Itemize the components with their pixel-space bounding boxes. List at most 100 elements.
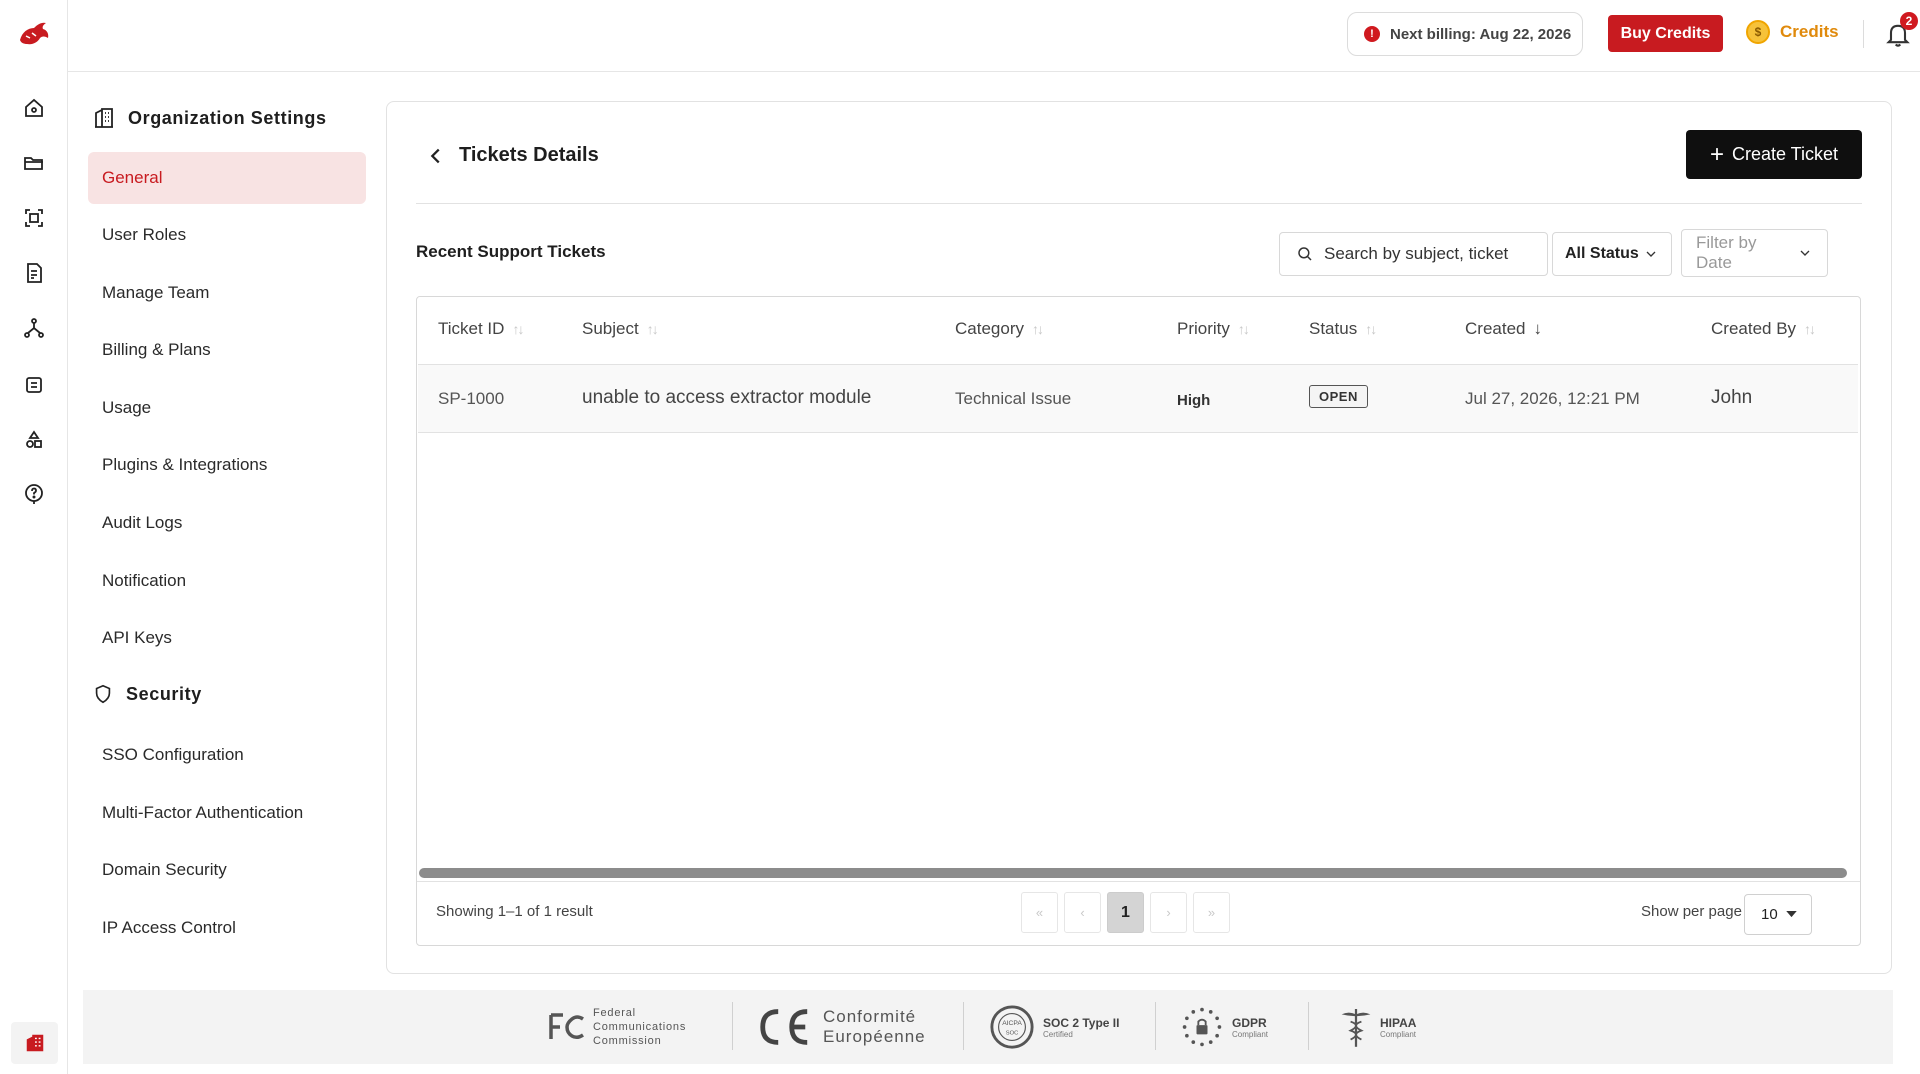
notification-bell-icon[interactable]: 2 [1884, 12, 1918, 48]
column-header-category[interactable]: Category ↑↓ [955, 319, 1044, 339]
hipaa-title: HIPAA [1380, 1015, 1417, 1030]
shield-icon [95, 684, 111, 704]
nav-item-plugins-integrations[interactable]: Plugins & Integrations [88, 439, 366, 491]
soc2-sub: Certified [1043, 1029, 1073, 1039]
table-footer-divider [417, 881, 1860, 882]
section-title: Recent Support Tickets [416, 242, 606, 261]
topbar-divider [1863, 20, 1864, 48]
page-title: Tickets Details [459, 144, 599, 166]
date-filter-value: Filter by Date [1696, 233, 1757, 272]
nav-item-sso-configuration[interactable]: SSO Configuration [88, 729, 366, 781]
cert-divider [1308, 1002, 1309, 1050]
ce-cert: Conformité Européenne [755, 990, 926, 1064]
search-icon [1298, 247, 1312, 261]
search-box[interactable] [1279, 232, 1548, 276]
svg-text:SOC: SOC [1006, 1031, 1018, 1037]
alert-icon: ! [1364, 26, 1380, 42]
status-badge: OPEN [1309, 385, 1368, 408]
sort-icon: ↑↓ [512, 321, 524, 337]
nav-item-domain-security[interactable]: Domain Security [88, 844, 366, 896]
pagination: « ‹ 1 › » [1021, 892, 1230, 933]
workflow-icon[interactable] [22, 316, 46, 340]
next-page-button[interactable]: › [1150, 892, 1187, 933]
sort-icon: ↑↓ [1804, 321, 1816, 337]
next-billing-pill[interactable]: ! Next billing: Aug 22, 2026 [1347, 12, 1583, 56]
home-icon[interactable] [22, 96, 46, 120]
cell-created-by: John [1711, 387, 1753, 408]
icon-rail [0, 0, 68, 1074]
credits-link[interactable]: $ Credits [1746, 20, 1839, 44]
nav-item-manage-team[interactable]: Manage Team [88, 267, 366, 319]
first-page-button[interactable]: « [1021, 892, 1058, 933]
gdpr-title: GDPR [1232, 1015, 1267, 1030]
nav-item-usage[interactable]: Usage [88, 382, 366, 434]
ce-mark-icon [760, 1009, 808, 1045]
back-link[interactable]: Tickets Details [425, 144, 599, 167]
nav-item-ip-access-control[interactable]: IP Access Control [88, 902, 366, 954]
caduceus-icon [1341, 1009, 1371, 1047]
horizontal-scrollbar[interactable] [419, 868, 1847, 878]
create-ticket-button[interactable]: + Create Ticket [1686, 130, 1862, 179]
nav-item-audit-logs[interactable]: Audit Logs [88, 497, 366, 549]
coin-icon: $ [1746, 20, 1770, 44]
document-icon[interactable] [22, 261, 46, 285]
scan-icon[interactable] [22, 206, 46, 230]
folder-icon[interactable] [22, 151, 46, 175]
nav-item-notification[interactable]: Notification [88, 555, 366, 607]
tickets-card: Tickets Details + Create Ticket Recent S… [386, 101, 1892, 974]
hipaa-sub: Compliant [1380, 1029, 1417, 1039]
help-circle-icon[interactable] [22, 482, 46, 506]
security-heading: Security [92, 683, 202, 705]
soc2-title: SOC 2 Type II [1043, 1015, 1120, 1030]
shapes-icon[interactable] [22, 428, 46, 452]
gdpr-stars-icon [1182, 1007, 1222, 1047]
page-button-current[interactable]: 1 [1107, 892, 1144, 933]
settings-sidebar: Organization Settings General User Roles… [68, 72, 376, 992]
organization-settings-heading: Organization Settings [92, 106, 327, 130]
caret-down-icon [1786, 911, 1797, 918]
nav-item-api-keys[interactable]: API Keys [88, 612, 366, 664]
column-header-status[interactable]: Status ↑↓ [1309, 319, 1377, 339]
nav-item-multi-factor-authentication[interactable]: Multi-Factor Authentication [88, 787, 366, 839]
sort-desc-icon: ↓ [1533, 319, 1542, 338]
cell-created: Jul 27, 2026, 12:21 PM [1465, 389, 1640, 408]
compliance-footer: Federal Communications Commission Confor… [83, 990, 1893, 1064]
column-header-ticket-id[interactable]: Ticket ID ↑↓ [438, 319, 524, 339]
sort-icon: ↑↓ [1031, 321, 1044, 337]
cert-divider [1155, 1002, 1156, 1050]
building-icon [95, 108, 113, 128]
gdpr-cert: GDPR Compliant [1180, 990, 1268, 1064]
hipaa-cert: HIPAA Compliant [1338, 990, 1416, 1064]
table-row[interactable]: SP-1000 unable to access extractor modul… [418, 365, 1858, 433]
nav-item-billing-plans[interactable]: Billing & Plans [88, 324, 366, 376]
fcc-line-1: Federal [593, 1007, 636, 1019]
create-ticket-label: Create Ticket [1731, 144, 1839, 164]
search-input[interactable] [1324, 244, 1534, 264]
column-header-created-by[interactable]: Created By ↑↓ [1711, 319, 1816, 339]
brand-logo-icon[interactable] [16, 18, 52, 50]
per-page-select[interactable]: 10 [1744, 894, 1812, 935]
status-filter-select[interactable]: All Status [1552, 232, 1672, 276]
notification-count-badge: 2 [1900, 12, 1918, 30]
chevron-down-icon [1646, 251, 1656, 257]
organization-icon[interactable] [11, 1022, 58, 1064]
buy-credits-button[interactable]: Buy Credits [1608, 15, 1723, 52]
fcc-line-2: Communications [593, 1021, 687, 1033]
nav-item-general[interactable]: General [88, 152, 366, 204]
table-icon[interactable] [22, 373, 46, 397]
cell-subject: unable to access extractor module [582, 387, 872, 408]
date-filter-select[interactable]: Filter by Date [1681, 229, 1828, 277]
nav-item-user-roles[interactable]: User Roles [88, 209, 366, 261]
column-header-created[interactable]: Created ↓ [1465, 319, 1542, 339]
prev-page-button[interactable]: ‹ [1064, 892, 1101, 933]
fcc-logo-icon [549, 1013, 584, 1040]
column-header-priority[interactable]: Priority ↑↓ [1177, 319, 1250, 339]
cert-divider [732, 1002, 733, 1050]
per-page-label: Show per page [1641, 903, 1742, 920]
aicpa-soc-badge: AICPA SOC [990, 1005, 1034, 1049]
sort-icon: ↑↓ [1237, 321, 1250, 337]
fcc-line-3: Commission [593, 1035, 662, 1047]
column-header-subject[interactable]: Subject ↑↓ [582, 319, 659, 339]
last-page-button[interactable]: » [1193, 892, 1230, 933]
header-divider [416, 203, 1862, 204]
